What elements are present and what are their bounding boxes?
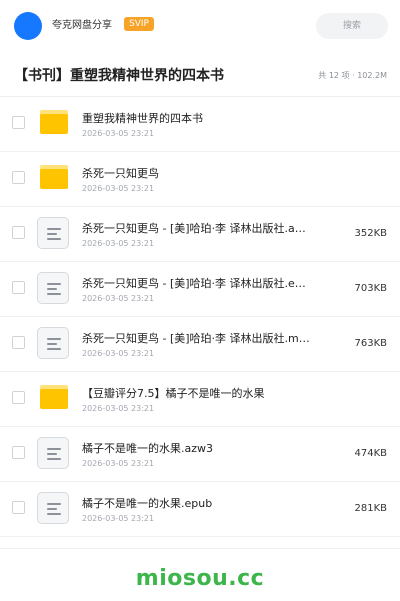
file-name: 【豆瓣评分7.5】橘子不是唯一的水果: [82, 387, 265, 400]
file-size: 474KB: [354, 448, 387, 459]
file-size: 281KB: [354, 503, 387, 514]
document-icon: [37, 217, 69, 249]
svip-badge: SVIP: [124, 17, 154, 31]
file-name: 橘子不是唯一的水果.epub: [82, 497, 213, 510]
select-checkbox[interactable]: [12, 226, 25, 239]
document-icon: [37, 272, 69, 304]
file-date: 2026-03-05 23:21: [82, 184, 155, 193]
folder-icon: [40, 110, 68, 134]
document-icon: [37, 437, 69, 469]
file-date: 2026-03-05 23:21: [82, 129, 155, 138]
select-checkbox[interactable]: [12, 336, 25, 349]
document-icon: [37, 327, 69, 359]
page-title: 【书刊】重塑我精神世界的四本书: [14, 68, 224, 84]
file-name: 橘子不是唯一的水果.azw3: [82, 442, 214, 455]
file-date: 2026-03-05 23:21: [82, 514, 155, 523]
app-name: 夸克网盘分享: [52, 20, 112, 31]
file-row[interactable]: 杀死一只知更鸟 2026-03-05 23:21: [0, 152, 400, 207]
select-checkbox[interactable]: [12, 501, 25, 514]
file-row[interactable]: 杀死一只知更鸟 - [美]哈珀·李 译林出版社.a… 2026-03-05 23:…: [0, 207, 400, 262]
top-bar: 夸克网盘分享 SVIP 搜索: [0, 0, 400, 52]
file-name: 杀死一只知更鸟 - [美]哈珀·李 译林出版社.e…: [82, 277, 306, 290]
select-checkbox[interactable]: [12, 171, 25, 184]
file-name: 杀死一只知更鸟 - [美]哈珀·李 译林出版社.m…: [82, 332, 310, 345]
file-name: 杀死一只知更鸟: [82, 167, 159, 180]
file-size: 763KB: [354, 338, 387, 349]
folder-header: 【书刊】重塑我精神世界的四本书 共 12 项 · 102.2M: [0, 56, 400, 97]
file-row[interactable]: 橘子不是唯一的水果.epub 2026-03-05 23:21 281KB: [0, 482, 400, 537]
item-summary: 共 12 项 · 102.2M: [318, 71, 387, 80]
file-name: 重塑我精神世界的四本书: [82, 112, 203, 125]
file-size: 352KB: [354, 228, 387, 239]
file-row[interactable]: 杀死一只知更鸟 - [美]哈珀·李 译林出版社.e… 2026-03-05 23:…: [0, 262, 400, 317]
select-checkbox[interactable]: [12, 446, 25, 459]
document-icon: [37, 492, 69, 524]
file-row[interactable]: 【豆瓣评分7.5】橘子不是唯一的水果 2026-03-05 23:21: [0, 372, 400, 427]
search-placeholder: 搜索: [342, 21, 361, 31]
file-name: 杀死一只知更鸟 - [美]哈珀·李 译林出版社.a…: [82, 222, 306, 235]
select-checkbox[interactable]: [12, 281, 25, 294]
file-date: 2026-03-05 23:21: [82, 239, 155, 248]
footer: miosou.cc: [0, 548, 400, 601]
select-checkbox[interactable]: [12, 391, 25, 404]
file-row[interactable]: 重塑我精神世界的四本书 2026-03-05 23:21: [0, 97, 400, 152]
site-watermark: miosou.cc: [135, 566, 265, 591]
file-list: 重塑我精神世界的四本书 2026-03-05 23:21 杀死一只知更鸟 2026-0…: [0, 97, 400, 537]
select-checkbox[interactable]: [12, 116, 25, 129]
file-date: 2026-03-05 23:21: [82, 404, 155, 413]
file-size: 703KB: [354, 283, 387, 294]
file-date: 2026-03-05 23:21: [82, 294, 155, 303]
avatar[interactable]: [14, 12, 42, 40]
folder-icon: [40, 165, 68, 189]
folder-icon: [40, 385, 68, 409]
file-date: 2026-03-05 23:21: [82, 349, 155, 358]
file-row[interactable]: 橘子不是唯一的水果.azw3 2026-03-05 23:21 474KB: [0, 427, 400, 482]
file-date: 2026-03-05 23:21: [82, 459, 155, 468]
file-row[interactable]: 杀死一只知更鸟 - [美]哈珀·李 译林出版社.m… 2026-03-05 23:…: [0, 317, 400, 372]
search-input[interactable]: 搜索: [316, 13, 388, 39]
